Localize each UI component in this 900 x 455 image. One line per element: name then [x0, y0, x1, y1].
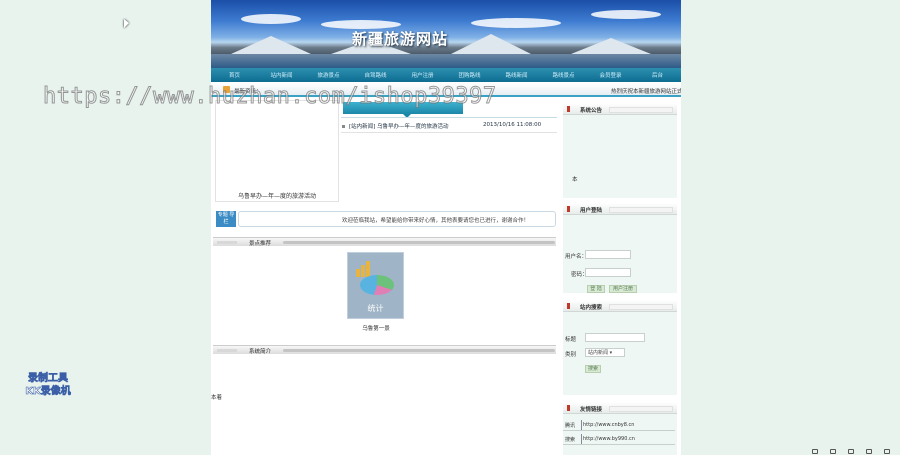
- welcome-message: 欢迎莅临我站，希望能给你带来好心情，其他表要请您也已进行，谢谢合作！: [238, 211, 556, 227]
- mouse-cursor-icon: [124, 19, 129, 28]
- recommend-caption[interactable]: 乌鲁第一景: [341, 324, 411, 332]
- login-panel: 用户登陆 用户名： 密码： 登 陆 用户注册: [563, 203, 677, 293]
- marker-icon: [567, 106, 570, 112]
- nav-item-group[interactable]: 团购路线: [446, 71, 493, 79]
- marker-icon: [567, 405, 570, 411]
- recorder-line2: KK录像机: [25, 386, 71, 398]
- search-type-value: 站内新闻: [588, 350, 609, 356]
- register-button[interactable]: 用户注册: [609, 285, 637, 293]
- nav-item-news[interactable]: 站内新闻: [258, 71, 305, 79]
- list-item[interactable]: 腾讯 http://www.cnby8.cn: [563, 419, 675, 431]
- search-type-select[interactable]: 站内新闻 ▾: [585, 348, 625, 357]
- list-item[interactable]: [站内新闻] 乌鲁早办—年—度的旅游活动 2013/10/16 11:08:00: [341, 122, 557, 132]
- nav-item-scenic[interactable]: 旅游景点: [305, 71, 352, 79]
- section-title: 系统简介: [249, 349, 272, 355]
- tray-icon[interactable]: [848, 449, 854, 454]
- site-banner: 新疆旅游网站: [211, 0, 681, 68]
- panel-title: 用户登陆: [580, 208, 603, 214]
- message-icon-text: 专题 导栏: [217, 212, 235, 225]
- news-list: [站内新闻] 乌鲁早办—年—度的旅游活动 2013/10/16 11:08:00: [341, 100, 557, 202]
- tray-icon[interactable]: [866, 449, 872, 454]
- nav-item-login[interactable]: 会员登录: [587, 71, 634, 79]
- section-recommend: 景点推荐: [213, 237, 556, 247]
- recorder-badge: 录制工具 KK录像机: [15, 372, 81, 398]
- password-field[interactable]: [585, 268, 631, 277]
- tray-icon[interactable]: [884, 449, 890, 454]
- site-title: 新疆旅游网站: [352, 30, 449, 48]
- link-url[interactable]: http://www.cnby8.cn: [583, 422, 634, 428]
- username-label: 用户名：: [565, 254, 588, 260]
- link-name: 腾讯: [565, 423, 576, 429]
- link-url[interactable]: http://www.by990.cn: [583, 436, 635, 442]
- nav-item-admin[interactable]: 后台: [634, 71, 681, 79]
- search-panel: 站内搜索 标题 类别 站内新闻 ▾ 搜索: [563, 300, 677, 395]
- link-name: 搜索: [565, 437, 576, 443]
- page: 新疆旅游网站 首页 站内新闻 旅游景点 自驾路线 用户注册 团购路线 路线新闻 …: [211, 0, 681, 455]
- ticker-text[interactable]: 热烈庆祝本新疆旅游网站正式: [611, 87, 681, 95]
- nav-item-home[interactable]: 首页: [211, 71, 258, 79]
- notice-panel: 系统公告 本: [563, 103, 677, 198]
- recorder-line1: 录制工具: [28, 373, 69, 385]
- main-nav: 首页 站内新闻 旅游景点 自驾路线 用户注册 团购路线 路线新闻 路线景点 会员…: [211, 68, 681, 82]
- featured-caption[interactable]: 乌鲁早办—年—度的旅游活动: [215, 191, 339, 200]
- panel-title: 友情链接: [580, 407, 603, 413]
- chart-icon: [356, 261, 372, 277]
- panel-title: 系统公告: [580, 108, 603, 114]
- nav-item-route-news[interactable]: 路线新闻: [493, 71, 540, 79]
- panel-title: 站内搜索: [580, 305, 603, 311]
- search-button[interactable]: 搜索: [585, 365, 601, 373]
- nav-item-route[interactable]: 自驾路线: [352, 71, 399, 79]
- featured-photo[interactable]: [215, 100, 339, 202]
- bullet-icon: [342, 125, 345, 128]
- links-panel: 友情链接 腾讯 http://www.cnby8.cn 搜索 http://ww…: [563, 402, 677, 455]
- search-title-label: 标题: [565, 337, 577, 343]
- notice-content: 本: [572, 177, 578, 183]
- tray-icon[interactable]: [830, 449, 836, 454]
- marker-icon: [567, 206, 570, 212]
- intro-text: 本着: [211, 395, 223, 401]
- tray-icon[interactable]: [812, 449, 818, 454]
- welcome-text: 欢迎莅临我站，希望能给你带来好心情，其他表要请您也已进行，谢谢合作！: [341, 218, 529, 224]
- section-title: 景点推荐: [249, 241, 272, 247]
- system-tray: [812, 449, 890, 454]
- login-button[interactable]: 登 陆: [587, 285, 605, 293]
- search-input[interactable]: [585, 333, 645, 342]
- list-item[interactable]: 搜索 http://www.by990.cn: [563, 433, 675, 445]
- section-intro: 系统简介: [213, 345, 556, 355]
- news-date: 2013/10/16 11:08:00: [483, 122, 542, 128]
- nav-item-register[interactable]: 用户注册: [399, 71, 446, 79]
- username-field[interactable]: [585, 250, 631, 259]
- recommend-image[interactable]: 统计: [347, 252, 404, 319]
- search-type-label: 类别: [565, 352, 577, 358]
- nav-item-route-scenic[interactable]: 路线景点: [540, 71, 587, 79]
- message-icon: 专题 导栏: [216, 211, 236, 227]
- watermark: https://www.huzhan.com/ishop39397: [43, 84, 497, 110]
- marker-icon: [567, 303, 570, 309]
- image-word: 统计: [367, 304, 384, 313]
- news-title[interactable]: [站内新闻] 乌鲁早办—年—度的旅游活动: [349, 122, 449, 130]
